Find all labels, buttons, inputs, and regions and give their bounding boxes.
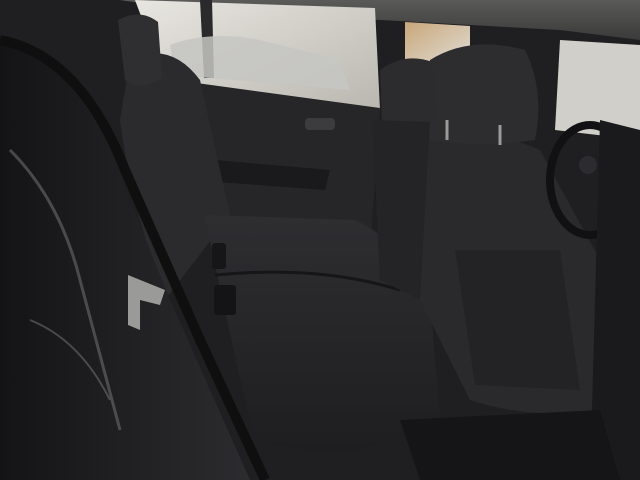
driver-seat-back <box>372 120 430 300</box>
seat-back-pocket <box>455 250 580 390</box>
photo-frame <box>0 0 640 480</box>
seatbelt-buckle[interactable] <box>214 285 236 315</box>
car-rear-seat-photo <box>0 0 640 480</box>
front-headrest <box>425 44 539 144</box>
floor-carpet <box>400 410 620 480</box>
door-handle[interactable] <box>305 118 335 130</box>
rear-headrest <box>118 14 162 86</box>
driver-headrest <box>380 58 438 125</box>
steering-hub-logo <box>579 156 597 174</box>
seatbelt-buckle[interactable] <box>212 243 226 269</box>
